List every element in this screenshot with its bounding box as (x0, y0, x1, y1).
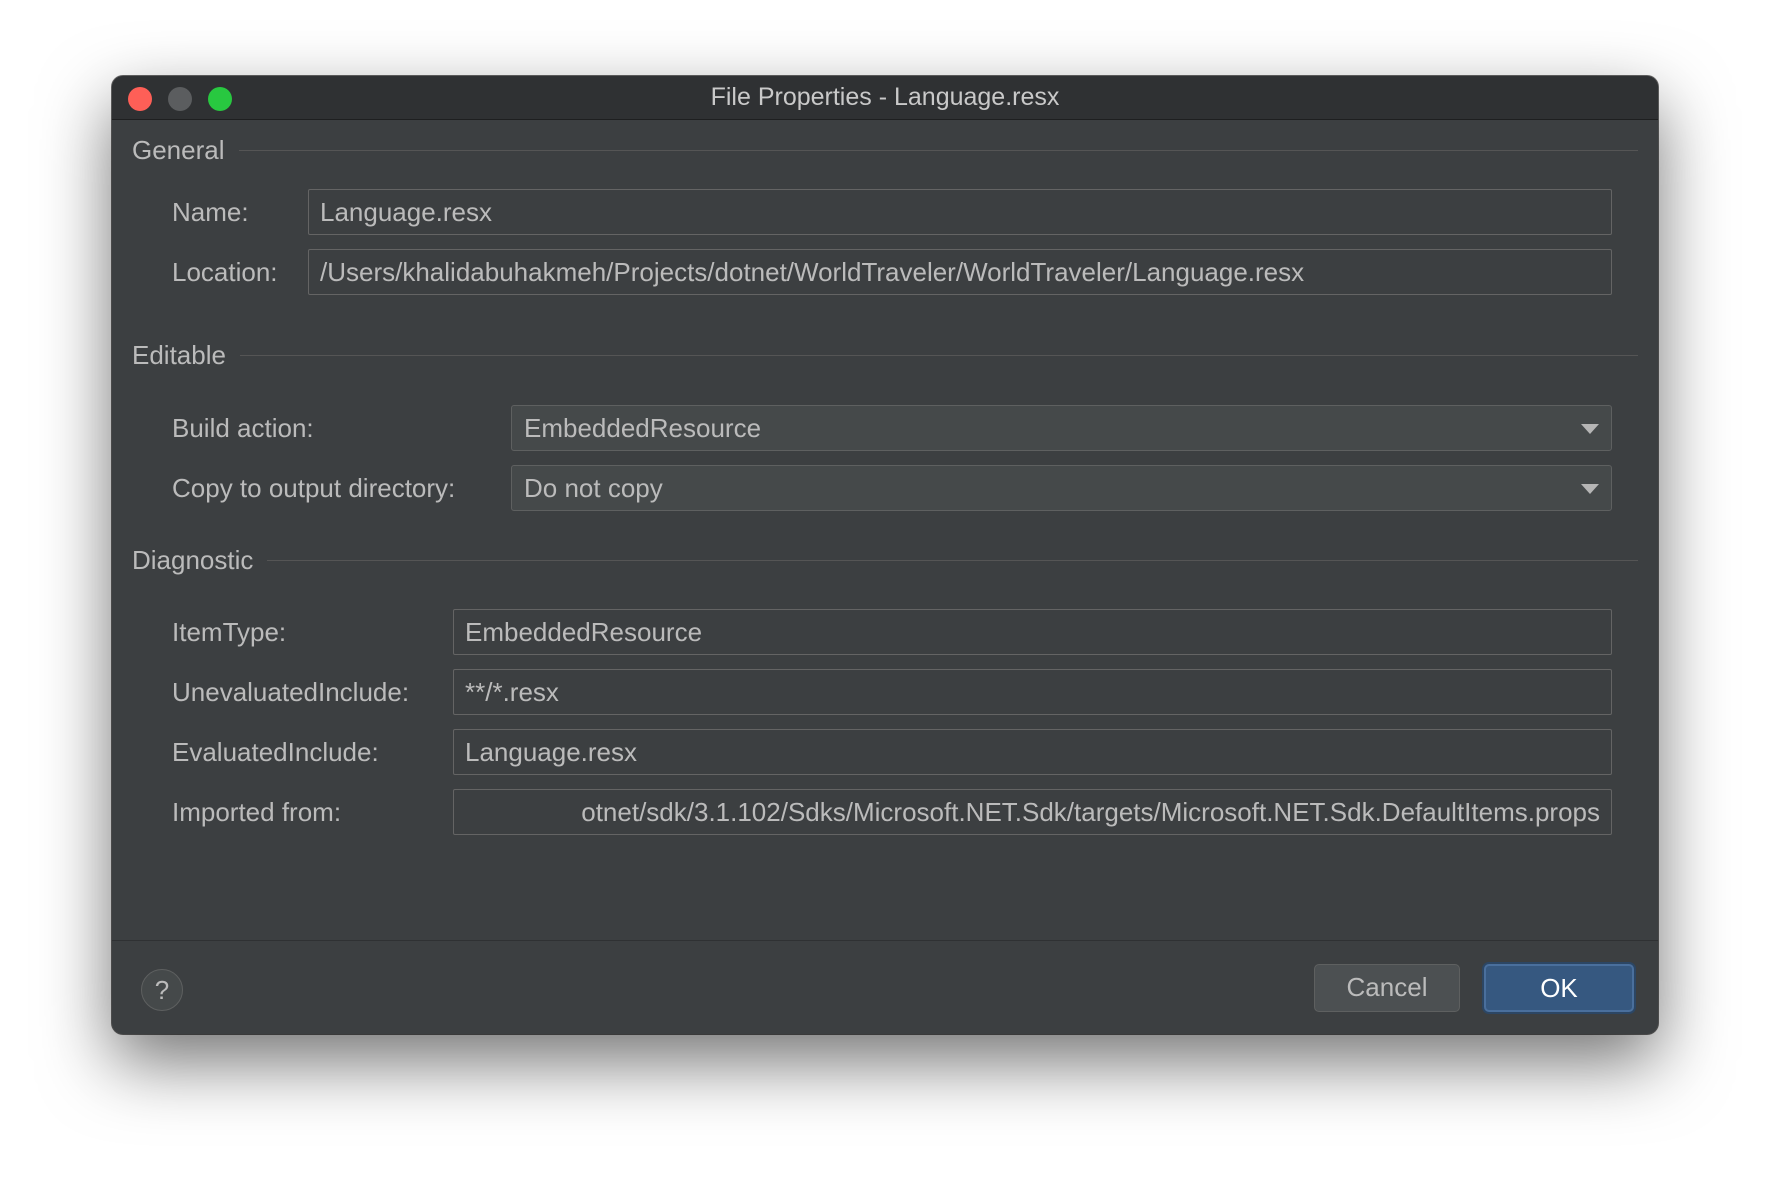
evaluated-include-row: EvaluatedInclude: Language.resx (172, 729, 1612, 775)
copy-to-output-dropdown[interactable]: Do not copy (511, 465, 1612, 511)
copy-to-output-row: Copy to output directory: Do not copy (172, 465, 1612, 511)
imported-from-value: otnet/sdk/3.1.102/Sdks/Microsoft.NET.Sdk… (581, 797, 1600, 827)
copy-to-output-label: Copy to output directory: (172, 473, 456, 503)
name-field[interactable]: Language.resx (308, 189, 1612, 235)
editable-section-label: Editable (132, 338, 240, 372)
imported-from-row: Imported from: otnet/sdk/3.1.102/Sdks/Mi… (172, 789, 1612, 835)
copy-to-output-value: Do not copy (524, 473, 663, 503)
unevaluated-include-row: UnevaluatedInclude: **/*.resx (172, 669, 1612, 715)
section-divider (132, 560, 1638, 561)
build-action-dropdown[interactable]: EmbeddedResource (511, 405, 1612, 451)
imported-from-field[interactable]: otnet/sdk/3.1.102/Sdks/Microsoft.NET.Sdk… (453, 789, 1612, 835)
chevron-down-icon (1581, 424, 1599, 434)
footer-divider (112, 940, 1658, 941)
unevaluated-include-field[interactable]: **/*.resx (453, 669, 1612, 715)
diagnostic-section-header: Diagnostic (132, 543, 1638, 577)
item-type-label: ItemType: (172, 617, 287, 647)
section-divider (132, 355, 1638, 356)
build-action-value: EmbeddedResource (524, 413, 762, 443)
section-divider (132, 150, 1638, 151)
window-title: File Properties - Language.resx (710, 83, 1060, 111)
name-row: Name: Language.resx (172, 189, 1612, 235)
evaluated-include-field[interactable]: Language.resx (453, 729, 1612, 775)
editable-section-header: Editable (132, 338, 1638, 372)
item-type-row: ItemType: EmbeddedResource (172, 609, 1612, 655)
ok-button[interactable]: OK (1484, 964, 1634, 1012)
unevaluated-include-label: UnevaluatedInclude: (172, 677, 410, 707)
build-action-row: Build action: EmbeddedResource (172, 405, 1612, 451)
help-button[interactable]: ? (141, 969, 183, 1011)
general-section-label: General (132, 133, 239, 167)
evaluated-include-label: EvaluatedInclude: (172, 737, 379, 767)
cancel-button[interactable]: Cancel (1314, 964, 1460, 1012)
title-bar[interactable]: File Properties - Language.resx (112, 76, 1658, 120)
build-action-label: Build action: (172, 413, 314, 443)
location-row: Location: /Users/khalidabuhakmeh/Project… (172, 249, 1612, 295)
location-field[interactable]: /Users/khalidabuhakmeh/Projects/dotnet/W… (308, 249, 1612, 295)
location-label: Location: (172, 257, 278, 287)
chevron-down-icon (1581, 484, 1599, 494)
item-type-field[interactable]: EmbeddedResource (453, 609, 1612, 655)
diagnostic-section-label: Diagnostic (132, 543, 268, 577)
imported-from-label: Imported from: (172, 797, 342, 827)
general-section-header: General (132, 133, 1638, 167)
name-label: Name: (172, 197, 249, 227)
file-properties-dialog: File Properties - Language.resx General … (112, 76, 1658, 1034)
